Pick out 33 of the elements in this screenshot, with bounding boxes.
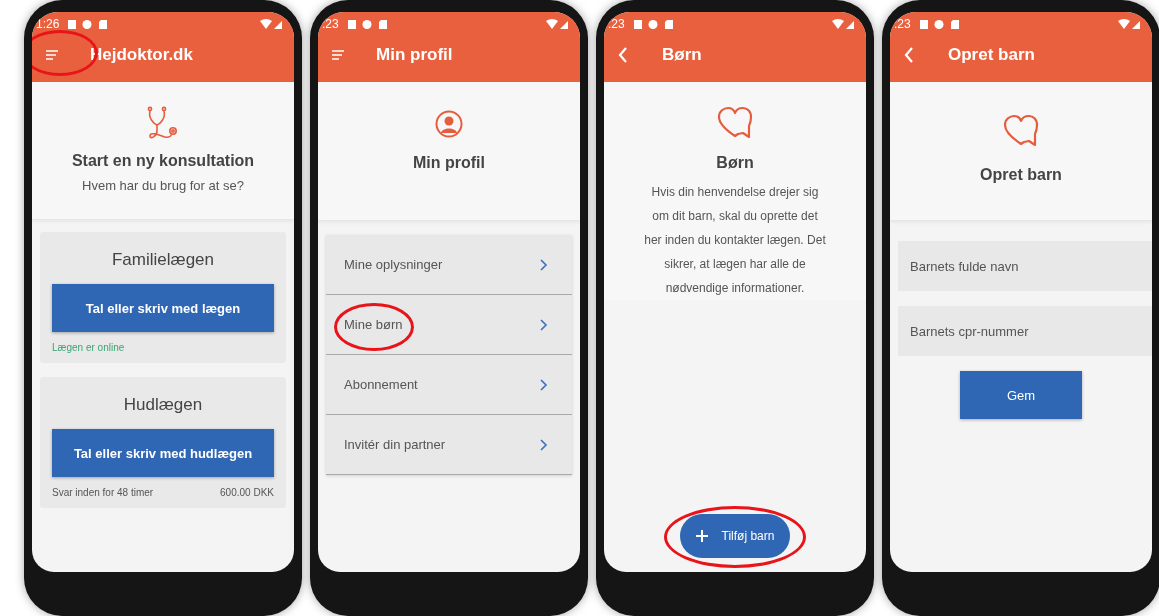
menu-item[interactable]: Mine børn: [326, 295, 572, 355]
chat-button[interactable]: Tal eller skriv med lægen: [52, 284, 274, 332]
card-title: Hudlægen: [122, 395, 204, 415]
menu-item[interactable]: Invitér din partner: [326, 415, 572, 475]
info-text: Hvis din henvendelse drejer sig om dit barn, skal du oprette det her inden du kontakter lægen. Det sikrer, at lægen har alle de nødvendige informationer.: [643, 184, 827, 297]
item-label: Abonnement: [344, 377, 418, 392]
status-time: :23: [322, 17, 339, 31]
hero-title: Børn: [716, 154, 754, 172]
hero-title: Start en ny konsultation: [71, 152, 255, 170]
online-status: Lægen er online: [52, 342, 126, 353]
item-label: Mine oplysninger: [344, 257, 443, 272]
screen-title: Børn: [662, 45, 702, 65]
status-time: 1:26: [36, 17, 60, 31]
screen-title: Hejdoktor.dk: [90, 45, 193, 65]
menu-item[interactable]: Abonnement: [326, 355, 572, 415]
text-field[interactable]: Barnets fulde navn: [898, 241, 1152, 291]
hero-title: Opret barn: [980, 166, 1062, 184]
item-label: Invitér din partner: [344, 437, 446, 452]
response-time: Svar inden for 48 timer: [52, 487, 154, 498]
screen-title: Min profil: [376, 45, 453, 65]
status-time: :23: [608, 17, 625, 31]
hero-title: Min profil: [413, 154, 485, 172]
screen-title: Opret barn: [948, 45, 1035, 65]
add-child-button[interactable]: Tilføj barn: [679, 514, 791, 558]
save-button[interactable]: Gem: [960, 371, 1082, 419]
item-label: Mine børn: [344, 317, 403, 332]
status-time: :23: [894, 17, 911, 31]
menu-item[interactable]: Mine oplysninger: [326, 235, 572, 295]
card-title: Familielægen: [110, 250, 215, 270]
hero-subtitle: Hvem har du brug for at se?: [82, 178, 244, 193]
chat-button[interactable]: Tal eller skriv med hudlægen: [52, 429, 274, 477]
price: 600.00 DKK: [220, 487, 274, 498]
text-field[interactable]: Barnets cpr-nummer: [898, 306, 1152, 356]
